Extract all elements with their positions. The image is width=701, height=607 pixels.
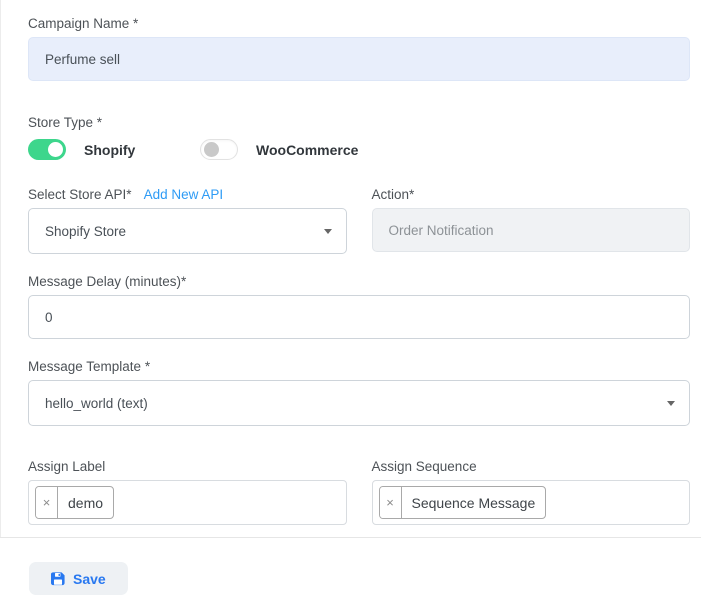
assign-label-input[interactable]: × demo — [28, 480, 347, 525]
action-input — [372, 208, 691, 252]
remove-tag-icon[interactable]: × — [36, 487, 58, 518]
store-api-label: Select Store API* — [28, 187, 132, 202]
shopify-toggle-group: Shopify — [28, 139, 200, 160]
store-api-group: Select Store API* Add New API Shopify St… — [28, 187, 347, 254]
api-action-row: Select Store API* Add New API Shopify St… — [28, 187, 690, 254]
campaign-name-input[interactable] — [28, 37, 690, 81]
save-button[interactable]: Save — [29, 562, 128, 595]
campaign-name-group: Campaign Name * — [28, 16, 690, 81]
store-type-label: Store Type * — [28, 115, 690, 130]
assign-row: Assign Label × demo Assign Sequence × Se… — [28, 459, 690, 525]
tag-text: Sequence Message — [402, 487, 546, 518]
chevron-down-icon — [324, 229, 332, 234]
store-type-toggles: Shopify WooCommerce — [28, 139, 690, 160]
add-new-api-link[interactable]: Add New API — [144, 187, 224, 202]
woocommerce-toggle-group: WooCommerce — [200, 139, 358, 160]
woocommerce-toggle[interactable] — [200, 139, 238, 160]
toggle-knob — [204, 142, 219, 157]
chevron-down-icon — [667, 401, 675, 406]
save-button-label: Save — [73, 571, 106, 587]
shopify-toggle-label: Shopify — [84, 142, 135, 158]
assign-sequence-group: Assign Sequence × Sequence Message — [372, 459, 691, 525]
assign-sequence-input[interactable]: × Sequence Message — [372, 480, 691, 525]
assign-sequence-label: Assign Sequence — [372, 459, 691, 474]
remove-tag-icon[interactable]: × — [380, 487, 402, 518]
message-template-label: Message Template * — [28, 359, 690, 374]
shopify-toggle[interactable] — [28, 139, 66, 160]
tag-chip: × demo — [35, 486, 114, 519]
message-delay-label: Message Delay (minutes)* — [28, 274, 690, 289]
toggle-knob — [48, 142, 63, 157]
campaign-form-card: Campaign Name * Store Type * Shopify Woo… — [0, 0, 701, 607]
assign-label-group: Assign Label × demo — [28, 459, 347, 525]
tag-text: demo — [58, 487, 113, 518]
message-template-select[interactable]: hello_world (text) — [28, 380, 690, 426]
message-delay-input[interactable] — [28, 295, 690, 339]
message-template-selected-value: hello_world (text) — [45, 396, 148, 411]
form-footer: Save — [0, 537, 701, 595]
woocommerce-toggle-label: WooCommerce — [256, 142, 358, 158]
campaign-form-body: Campaign Name * Store Type * Shopify Woo… — [0, 0, 701, 537]
action-label: Action* — [372, 187, 691, 202]
assign-label-label: Assign Label — [28, 459, 347, 474]
message-template-group: Message Template * hello_world (text) — [28, 359, 690, 426]
store-type-group: Store Type * Shopify WooCommerce — [28, 115, 690, 160]
message-delay-group: Message Delay (minutes)* — [28, 274, 690, 339]
store-api-select[interactable]: Shopify Store — [28, 208, 347, 254]
action-group: Action* — [372, 187, 691, 254]
tag-chip: × Sequence Message — [379, 486, 547, 519]
store-api-selected-value: Shopify Store — [45, 224, 126, 239]
save-disk-icon — [51, 572, 65, 586]
campaign-name-label: Campaign Name * — [28, 16, 690, 31]
